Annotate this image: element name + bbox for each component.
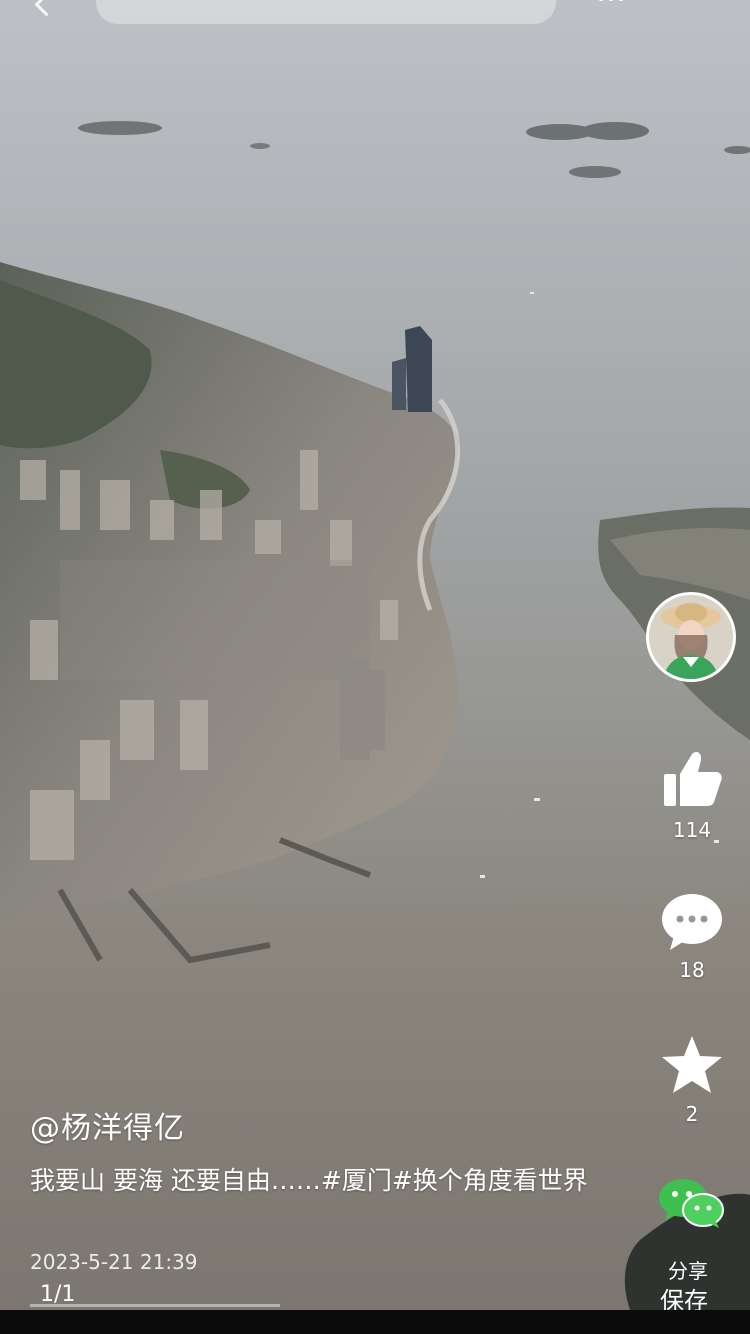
avatar-image	[649, 595, 733, 679]
comment-icon	[662, 894, 722, 950]
like-button[interactable]: 114	[650, 748, 734, 842]
wechat-icon	[659, 1179, 724, 1228]
favorite-button[interactable]: 2	[650, 1034, 734, 1126]
like-count: 114	[672, 818, 712, 842]
comment-button[interactable]: 18	[650, 892, 734, 982]
share-button[interactable]	[650, 1176, 734, 1232]
comment-count: 18	[679, 958, 705, 982]
search-input[interactable]	[96, 0, 556, 24]
bottom-strip	[0, 1310, 750, 1334]
star-icon	[662, 1036, 722, 1093]
more-icon[interactable]	[596, 0, 626, 6]
thumbs-up-icon	[664, 752, 722, 806]
post-caption: 我要山 要海 还要自由……#厦门#换个角度看世界	[30, 1166, 588, 1195]
favorite-count: 2	[685, 1102, 699, 1126]
back-icon[interactable]	[34, 0, 59, 17]
top-bar	[0, 0, 750, 30]
share-label[interactable]: 分享	[668, 1255, 708, 1284]
video-progress-bar[interactable]	[30, 1304, 280, 1307]
post-timestamp: 2023-5-21 21:39	[30, 1250, 198, 1274]
author-handle[interactable]: @杨洋得亿	[30, 1103, 185, 1147]
author-avatar[interactable]	[646, 592, 736, 682]
